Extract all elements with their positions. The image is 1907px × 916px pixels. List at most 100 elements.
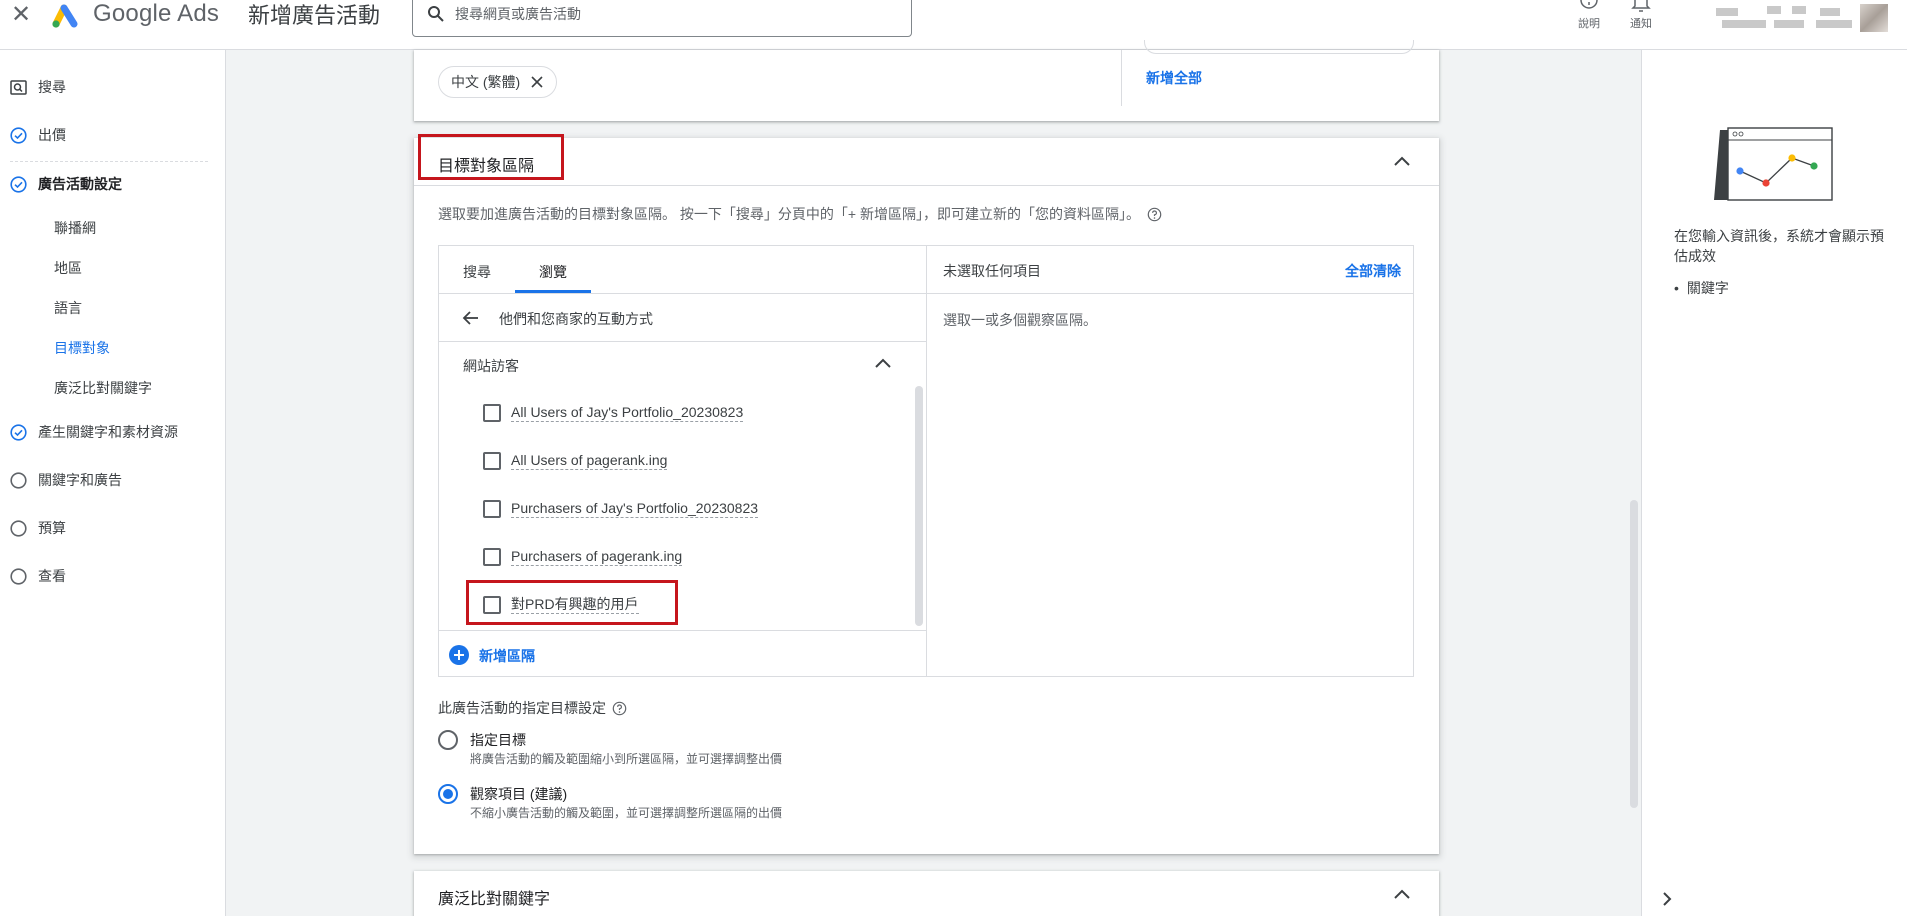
- sidebar-item-label: 廣告活動設定: [38, 176, 122, 192]
- highlight-box: [418, 134, 564, 180]
- language-search-input[interactable]: [1144, 40, 1414, 54]
- check-circle-icon: [10, 423, 27, 441]
- arrow-back-icon[interactable]: [461, 308, 481, 328]
- radio-title: 觀察項目 (建議): [470, 786, 568, 802]
- sidebar-sub-broad-match[interactable]: 廣泛比對關鍵字: [54, 377, 152, 399]
- left-navigation: 搜尋 出價 廣告活動設定 聯播網 地區 語言 目標對象 廣泛比對關鍵字 產生關鍵…: [0, 50, 226, 916]
- language-chip-label: 中文 (繁體): [451, 74, 521, 90]
- radio-button[interactable]: [438, 730, 458, 750]
- add-segment-row[interactable]: 新增區隔: [439, 630, 926, 676]
- add-circle-icon: [449, 645, 469, 665]
- estimates-message: 在您輸入資訊後，系統才會顯示預估成效: [1674, 228, 1884, 264]
- card-header[interactable]: 目標對象區隔: [414, 134, 1439, 186]
- help-label: 說明: [1578, 18, 1600, 30]
- divider: [1121, 50, 1122, 106]
- tab-bar: 搜尋 瀏覽: [439, 246, 926, 294]
- sidebar-item-review[interactable]: 查看: [10, 563, 66, 589]
- back-row[interactable]: 他們和您商家的互動方式: [439, 294, 926, 342]
- clear-all-button[interactable]: 全部清除: [1345, 261, 1401, 281]
- radio-title: 指定目標: [470, 732, 526, 748]
- sidebar-item-label: 搜尋: [38, 79, 66, 95]
- circle-outline-icon: [10, 567, 27, 585]
- language-chip[interactable]: 中文 (繁體): [438, 66, 558, 98]
- radio-description: 將廣告活動的觸及範圍縮小到所選區隔，並可選擇調整出價: [470, 752, 783, 766]
- brand-name: Google Ads: [93, 0, 220, 27]
- segment-option[interactable]: Purchasers of pagerank.ing: [483, 543, 683, 571]
- card-description: 選取要加進廣告活動的目標對象區隔。 按一下「搜尋」分頁中的「+ 新增區隔」，即可…: [438, 204, 1162, 224]
- divider: [10, 161, 208, 162]
- sidebar-item-campaign-settings[interactable]: 廣告活動設定: [10, 171, 122, 197]
- group-header[interactable]: 網站訪客: [439, 342, 926, 386]
- sidebar-item-budget[interactable]: 預算: [10, 515, 66, 541]
- checkbox[interactable]: [483, 452, 501, 470]
- chart-illustration-icon: [1714, 127, 1833, 201]
- page-scrollbar[interactable]: [1630, 500, 1638, 808]
- sidebar-item-label: 關鍵字和廣告: [38, 472, 122, 488]
- radio-button-selected[interactable]: [438, 784, 458, 804]
- estimates-panel: 在您輸入資訊後，系統才會顯示預估成效 關鍵字: [1641, 50, 1907, 916]
- sidebar-item-label: 產生關鍵字和素材資源: [38, 424, 178, 440]
- sidebar-item-generate-keywords[interactable]: 產生關鍵字和素材資源: [10, 419, 178, 445]
- sidebar-sub-languages[interactable]: 語言: [54, 297, 82, 319]
- search-icon: [428, 6, 444, 22]
- targeting-setting-label: 此廣告活動的指定目標設定: [438, 698, 627, 718]
- audience-segments-card: 目標對象區隔 選取要加進廣告活動的目標對象區隔。 按一下「搜尋」分頁中的「+ 新…: [414, 134, 1439, 854]
- close-icon[interactable]: ✕: [8, 0, 34, 30]
- check-circle-icon: [10, 126, 27, 144]
- sidebar-item-keywords-ads[interactable]: 關鍵字和廣告: [10, 467, 122, 493]
- sidebar-sub-locations[interactable]: 地區: [54, 257, 82, 279]
- segment-browser: 搜尋 瀏覽 他們和您商家的互動方式 網站訪客 All Users of Jay'…: [439, 246, 927, 676]
- circle-outline-icon: [10, 519, 27, 537]
- empty-selection-message: 選取一或多個觀察區隔。: [943, 312, 1097, 328]
- segment-option[interactable]: All Users of pagerank.ing: [483, 447, 668, 475]
- segment-option-label: Purchasers of Jay's Portfolio_20230823: [511, 500, 759, 518]
- back-label: 他們和您商家的互動方式: [499, 311, 653, 327]
- segment-option[interactable]: Purchasers of Jay's Portfolio_20230823: [483, 495, 759, 523]
- notifications-button[interactable]: 通知: [1615, 0, 1667, 34]
- scrollbar-thumb[interactable]: [915, 386, 923, 626]
- selected-status: 未選取任何項目: [943, 263, 1041, 279]
- top-app-bar: ✕ Google Ads 新增廣告活動 搜尋網頁或廣告活動 說明 通知: [0, 0, 1907, 50]
- sidebar-item-label: 出價: [38, 127, 66, 143]
- segment-option[interactable]: All Users of Jay's Portfolio_20230823: [483, 399, 744, 427]
- group-label: 網站訪客: [463, 358, 519, 374]
- sidebar-item-bidding[interactable]: 出價: [10, 122, 66, 148]
- tab-search[interactable]: 搜尋: [463, 262, 491, 282]
- language-card: 中文 (繁體) 新增全部: [414, 40, 1439, 121]
- sidebar-item-search[interactable]: 搜尋: [10, 74, 66, 100]
- add-segment-button[interactable]: 新增區隔: [479, 646, 535, 666]
- checkbox[interactable]: [483, 500, 501, 518]
- help-circle-icon[interactable]: [1147, 207, 1162, 222]
- page-title: 新增廣告活動: [248, 3, 381, 28]
- checkbox[interactable]: [483, 548, 501, 566]
- sidebar-sub-audiences[interactable]: 目標對象: [54, 337, 110, 359]
- add-all-button[interactable]: 新增全部: [1146, 68, 1202, 88]
- segment-picker: 搜尋 瀏覽 他們和您商家的互動方式 網站訪客 All Users of Jay'…: [438, 245, 1414, 677]
- sidebar-item-label: 查看: [38, 568, 66, 584]
- search-box-icon: [10, 79, 27, 95]
- description-text: 選取要加進廣告活動的目標對象區隔。 按一下「搜尋」分頁中的「+ 新增區隔」，即可…: [438, 206, 1140, 222]
- bell-icon: [1631, 0, 1651, 12]
- checkbox[interactable]: [483, 404, 501, 422]
- selected-header: 未選取任何項目 全部清除: [927, 246, 1413, 294]
- check-circle-icon: [10, 175, 27, 193]
- google-ads-logo-icon: [52, 4, 78, 28]
- chevron-up-icon[interactable]: [1392, 152, 1412, 172]
- list-scrollbar[interactable]: [915, 386, 923, 628]
- tab-browse[interactable]: 瀏覽: [539, 262, 567, 282]
- chevron-right-icon[interactable]: [1658, 890, 1676, 908]
- search-input[interactable]: 搜尋網頁或廣告活動: [412, 0, 912, 37]
- highlight-box: [466, 580, 678, 625]
- sidebar-sub-networks[interactable]: 聯播網: [54, 217, 96, 239]
- avatar[interactable]: [1860, 4, 1888, 32]
- remove-icon[interactable]: [530, 75, 544, 89]
- broad-match-card[interactable]: 廣泛比對關鍵字: [414, 871, 1439, 916]
- help-icon: [1580, 0, 1598, 9]
- help-button[interactable]: 說明: [1563, 0, 1615, 34]
- card-title: 廣泛比對關鍵字: [438, 891, 551, 908]
- chevron-up-icon[interactable]: [1392, 885, 1412, 905]
- segment-option-label: All Users of Jay's Portfolio_20230823: [511, 404, 744, 422]
- chevron-up-icon[interactable]: [873, 354, 893, 374]
- notifications-label: 通知: [1630, 18, 1652, 30]
- help-circle-icon[interactable]: [612, 701, 627, 716]
